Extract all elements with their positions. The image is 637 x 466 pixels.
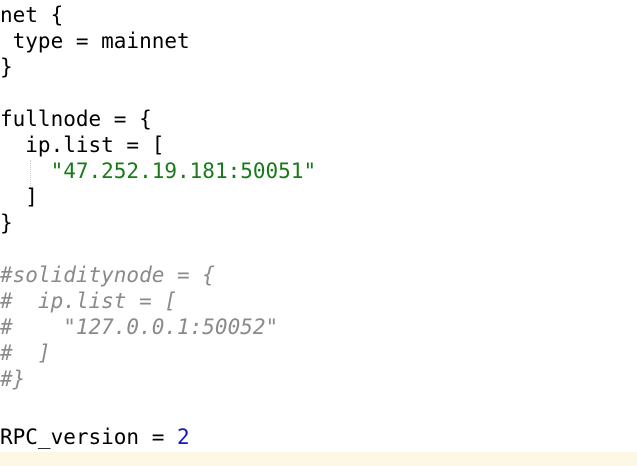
comment-line[interactable]: #} [0, 366, 25, 392]
code-line[interactable]: "47.252.19.181:50051" [0, 158, 317, 184]
code-line[interactable]: ] [0, 184, 38, 210]
comment-line[interactable]: # ] [0, 340, 51, 366]
code-line[interactable]: } [0, 54, 13, 80]
comment-line[interactable]: #soliditynode = { [0, 262, 215, 288]
code-editor[interactable]: net { type = mainnet } fullnode = { ip.l… [0, 0, 637, 466]
code-line[interactable]: type = mainnet [0, 28, 190, 54]
string-literal: "47.252.19.181:50051" [50, 159, 317, 183]
number-literal: 2 [177, 425, 190, 449]
code-line[interactable]: net { [0, 2, 63, 28]
code-line[interactable]: fullnode = { [0, 106, 152, 132]
code-line[interactable]: } [0, 210, 13, 236]
current-line-highlight [0, 452, 637, 466]
comment-line[interactable]: # "127.0.0.1:50052" [0, 314, 278, 340]
code-line[interactable]: RPC_version = 2 [0, 424, 190, 450]
code-line[interactable]: ip.list = [ [0, 132, 164, 158]
comment-line[interactable]: # ip.list = [ [0, 288, 177, 314]
